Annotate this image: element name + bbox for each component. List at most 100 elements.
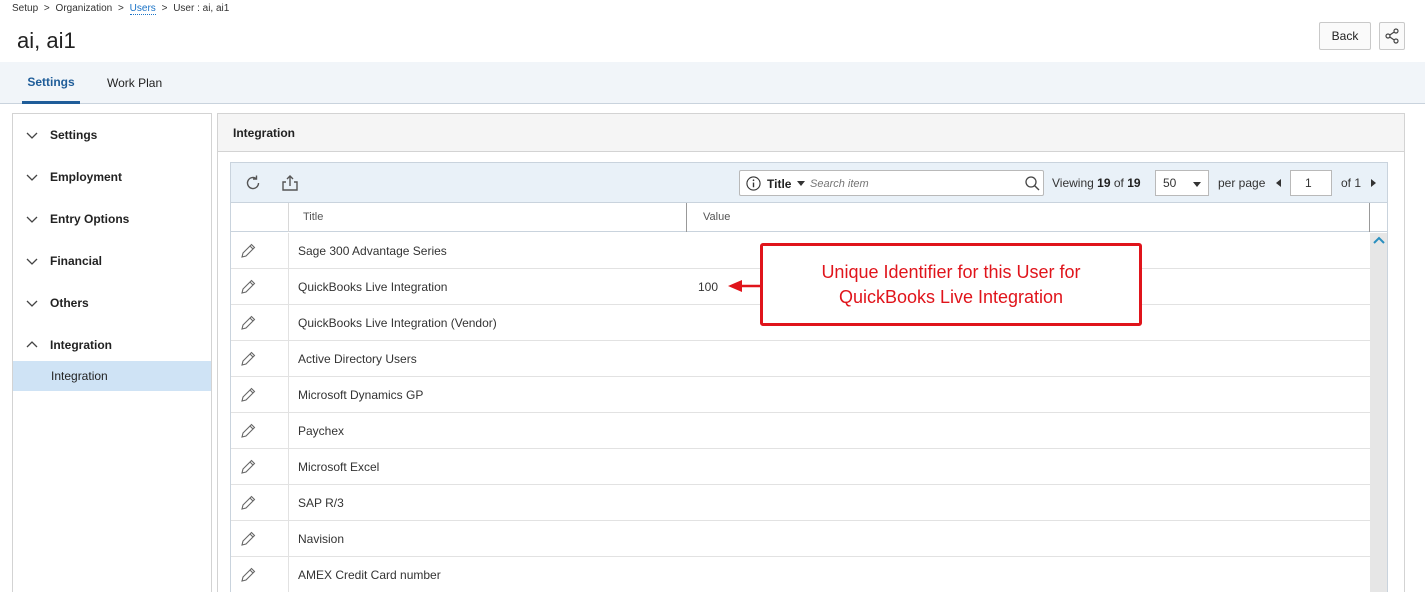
share-button[interactable] <box>1379 22 1405 50</box>
callout-arrow-icon <box>728 280 762 292</box>
chevron-down-icon <box>26 174 38 181</box>
column-headers: Title Value <box>231 203 1387 232</box>
per-page-label: per page <box>1218 176 1266 190</box>
breadcrumb: Setup > Organization > Users > User : ai… <box>12 3 230 15</box>
pencil-icon[interactable] <box>239 566 257 584</box>
column-divider <box>288 305 289 341</box>
sidebar-group-label: Entry Options <box>50 212 130 226</box>
row-value: 100 <box>698 280 719 294</box>
pencil-icon[interactable] <box>239 530 257 548</box>
table-row[interactable]: Navision <box>231 521 1370 557</box>
column-divider <box>288 233 289 269</box>
viewing-shown: 19 <box>1097 176 1111 190</box>
column-divider <box>288 485 289 521</box>
sidebar-group-financial[interactable]: Financial <box>13 240 211 282</box>
row-title: QuickBooks Live Integration (Vendor) <box>298 316 497 330</box>
sidebar-group-others[interactable]: Others <box>13 282 211 324</box>
integration-panel: Integration Title Search item Viewing 19… <box>217 113 1405 592</box>
annotation-line-1: Unique Identifier for this User for <box>821 261 1081 282</box>
sidebar: Settings Employment Entry Options Financ… <box>12 113 212 592</box>
chevron-up-icon[interactable] <box>1373 235 1385 245</box>
previous-page-icon[interactable] <box>1276 179 1281 187</box>
row-title: QuickBooks Live Integration <box>298 280 448 294</box>
table-row[interactable]: SAP R/3 <box>231 485 1370 521</box>
pencil-icon[interactable] <box>239 314 257 332</box>
row-title: AMEX Credit Card number <box>298 568 441 582</box>
row-title: Active Directory Users <box>298 352 417 366</box>
chevron-down-icon <box>26 300 38 307</box>
sidebar-group-label: Employment <box>50 170 123 184</box>
search-input[interactable] <box>810 175 1015 192</box>
integration-grid: Title Viewing 19 of 19 50 per page 1 <box>230 162 1388 592</box>
share-icon <box>1385 28 1399 44</box>
tab-work-plan[interactable]: Work Plan <box>107 62 162 104</box>
row-title: Navision <box>298 532 345 546</box>
annotation-line-2: QuickBooks Live Integration <box>838 286 1064 307</box>
pencil-icon[interactable] <box>239 386 257 404</box>
export-icon[interactable] <box>280 173 300 193</box>
search-box: Title <box>739 170 1044 196</box>
pencil-icon[interactable] <box>239 242 257 260</box>
pencil-icon[interactable] <box>239 350 257 368</box>
per-page-value: 50 <box>1163 176 1177 190</box>
tab-settings[interactable]: Settings <box>22 62 80 104</box>
pencil-icon[interactable] <box>239 494 257 512</box>
column-divider <box>288 269 289 305</box>
search-field-selector[interactable]: Title <box>767 177 791 191</box>
table-row[interactable]: Active Directory Users <box>231 341 1370 377</box>
back-button[interactable]: Back <box>1319 22 1371 50</box>
caret-down-icon[interactable] <box>797 181 805 186</box>
sidebar-group-label: Settings <box>50 128 98 142</box>
column-divider <box>288 203 289 232</box>
table-row[interactable]: Microsoft Dynamics GP <box>231 377 1370 413</box>
row-title: Microsoft Excel <box>298 460 380 474</box>
breadcrumb-separator: > <box>118 3 124 14</box>
column-resize-handle[interactable] <box>686 203 687 232</box>
column-header-title[interactable]: Title <box>303 211 323 223</box>
column-divider <box>288 341 289 377</box>
page-number-input[interactable]: 1 <box>1290 170 1332 196</box>
column-divider <box>288 413 289 449</box>
viewing-count: Viewing 19 of 19 <box>1052 176 1141 190</box>
breadcrumb-separator: > <box>161 3 168 14</box>
caret-down-icon <box>1193 182 1201 187</box>
sidebar-group-employment[interactable]: Employment <box>13 156 211 198</box>
chevron-down-icon <box>26 132 38 139</box>
vertical-scrollbar[interactable] <box>1370 233 1387 592</box>
column-divider <box>288 377 289 413</box>
pencil-icon[interactable] <box>239 458 257 476</box>
column-divider <box>288 521 289 557</box>
sidebar-group-integration[interactable]: Integration <box>13 324 211 366</box>
chevron-down-icon <box>26 258 38 265</box>
pencil-icon[interactable] <box>239 422 257 440</box>
breadcrumb-current: User : ai, ai1 <box>173 3 230 14</box>
viewing-total: 19 <box>1127 176 1141 190</box>
annotation-callout: Unique Identifier for this User for Quic… <box>760 243 1142 326</box>
tab-bar: Settings Work Plan <box>0 62 1425 104</box>
info-icon[interactable] <box>746 176 761 191</box>
sidebar-group-settings[interactable]: Settings <box>13 114 211 156</box>
breadcrumb-separator: > <box>43 3 50 14</box>
viewing-label: Viewing <box>1052 176 1094 190</box>
refresh-icon[interactable] <box>243 173 263 193</box>
column-divider <box>288 449 289 485</box>
row-title: Paychex <box>298 424 345 438</box>
search-icon[interactable] <box>1024 175 1041 192</box>
breadcrumb-setup[interactable]: Setup <box>12 3 38 14</box>
table-row[interactable]: Paychex <box>231 413 1370 449</box>
chevron-up-icon <box>26 341 38 348</box>
column-header-value[interactable]: Value <box>703 211 730 223</box>
table-row[interactable]: AMEX Credit Card number <box>231 557 1370 592</box>
breadcrumb-users-link[interactable]: Users <box>129 3 156 15</box>
pencil-icon[interactable] <box>239 278 257 296</box>
per-page-select[interactable]: 50 <box>1155 170 1209 196</box>
table-row[interactable]: Microsoft Excel <box>231 449 1370 485</box>
sidebar-group-label: Financial <box>50 254 103 268</box>
breadcrumb-organization[interactable]: Organization <box>56 3 113 14</box>
sidebar-item-integration[interactable]: Integration <box>13 361 211 391</box>
next-page-icon[interactable] <box>1371 179 1376 187</box>
sidebar-group-entry-options[interactable]: Entry Options <box>13 198 211 240</box>
row-title: Sage 300 Advantage Series <box>298 244 447 258</box>
column-divider <box>288 557 289 592</box>
column-resize-handle[interactable] <box>1369 203 1370 232</box>
